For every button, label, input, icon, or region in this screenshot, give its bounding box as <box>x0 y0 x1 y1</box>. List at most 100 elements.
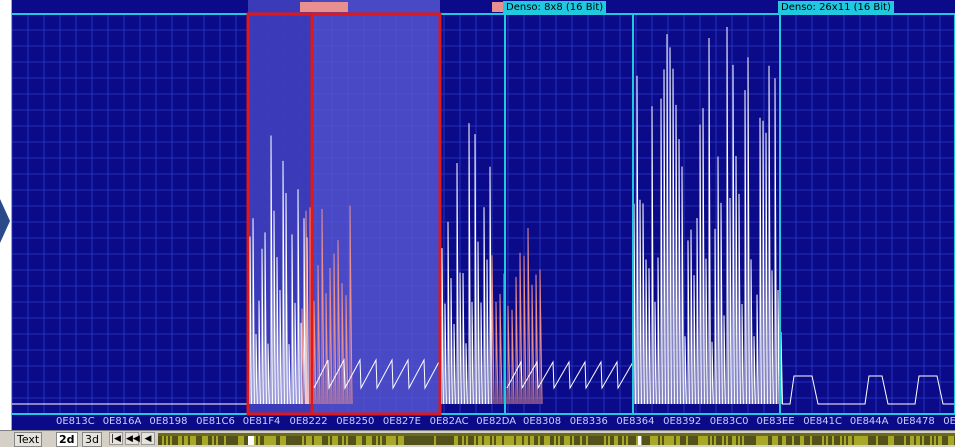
overview-cell <box>362 436 364 445</box>
overview-cell <box>224 436 226 445</box>
overview-cell <box>792 436 794 445</box>
tab-2d[interactable]: 2d <box>56 432 78 447</box>
overview-cell <box>430 436 432 445</box>
overview-cell <box>206 436 208 445</box>
overview-scrollbar[interactable] <box>158 433 955 445</box>
overview-cell <box>780 436 782 445</box>
address-tick-label: 0E81C6 <box>196 416 235 427</box>
map-marker[interactable] <box>492 2 503 12</box>
overview-cell <box>736 436 738 445</box>
tab-text[interactable]: Text <box>14 432 43 447</box>
overview-cell <box>772 436 774 445</box>
overview-cell <box>642 436 644 445</box>
overview-cell <box>540 436 542 445</box>
overview-cell <box>732 436 734 445</box>
overview-cell <box>182 436 184 445</box>
overview-cell <box>576 436 578 445</box>
overview-cell <box>332 436 334 445</box>
overview-cell <box>342 436 344 445</box>
overview-cell <box>922 436 924 445</box>
overview-cell <box>768 436 770 445</box>
overview-cell <box>842 436 844 445</box>
overview-cell <box>794 436 796 445</box>
overview-cell <box>178 436 180 445</box>
overview-cell <box>698 436 700 445</box>
overview-cell <box>466 436 468 445</box>
overview-cell <box>280 436 282 445</box>
overview-cell <box>228 436 230 445</box>
overview-cell <box>798 436 800 445</box>
overview-cell <box>898 436 900 445</box>
overview-cell <box>158 436 160 445</box>
overview-cell <box>824 436 826 445</box>
overview-cell <box>688 436 690 445</box>
overview-cell <box>184 436 186 445</box>
tab-3d[interactable]: 3d <box>82 432 102 447</box>
overview-cell <box>942 436 944 445</box>
overview-cell <box>356 436 358 445</box>
overview-cell <box>718 436 720 445</box>
address-tick-label: 0E8336 <box>569 416 608 427</box>
overview-cell <box>444 436 446 445</box>
overview-cell <box>852 436 854 445</box>
overview-cell <box>776 436 778 445</box>
overview-cell <box>598 436 600 445</box>
overview-cell <box>940 436 942 445</box>
overview-cell <box>328 436 330 445</box>
overview-cell <box>574 436 576 445</box>
overview-cell <box>860 436 862 445</box>
overview-cell <box>344 436 346 445</box>
overview-cell <box>290 436 292 445</box>
selection-marker[interactable] <box>300 2 348 12</box>
overview-cell <box>502 436 504 445</box>
overview-cell <box>572 436 574 445</box>
overview-cell <box>258 436 260 445</box>
overview-cell <box>216 436 218 445</box>
map-label-26x11[interactable]: Denso: 26x11 (16 Bit) <box>778 1 894 14</box>
overview-cell <box>446 436 448 445</box>
overview-cell <box>372 436 374 445</box>
overview-cell <box>308 436 310 445</box>
overview-cell <box>198 436 200 445</box>
graph-canvas <box>12 0 955 430</box>
overview-cell <box>684 436 686 445</box>
overview-cell <box>296 436 298 445</box>
overview-cell <box>420 436 422 445</box>
overview-cell <box>932 436 934 445</box>
overview-cell <box>948 436 950 445</box>
overview-cell <box>492 436 494 445</box>
overview-cell <box>596 436 598 445</box>
nav-back-icon[interactable]: ◀ <box>141 432 155 445</box>
overview-cell <box>284 436 286 445</box>
overview-cell <box>192 436 194 445</box>
overview-cell <box>410 436 412 445</box>
scroll-left-arrow-icon[interactable] <box>0 199 10 243</box>
overview-cell <box>534 436 536 445</box>
overview-cell <box>176 436 178 445</box>
overview-cell <box>912 436 914 445</box>
overview-cell <box>844 436 846 445</box>
overview-cell <box>846 436 848 445</box>
overview-cell <box>324 436 326 445</box>
overview-cell <box>764 436 766 445</box>
overview-cell <box>194 436 196 445</box>
overview-cell <box>432 436 434 445</box>
overview-cell <box>366 436 368 445</box>
overview-cell <box>370 436 372 445</box>
overview-cell <box>746 436 748 445</box>
overview-cell <box>738 436 740 445</box>
overview-cell <box>700 436 702 445</box>
overview-cell <box>318 436 320 445</box>
overview-cell <box>858 436 860 445</box>
overview-cell <box>516 436 518 445</box>
overview-cell <box>710 436 712 445</box>
hex-graph-view[interactable]: Denso: 8x8 (16 Bit) Denso: 26x11 (16 Bit… <box>12 0 955 430</box>
nav-first-icon[interactable]: |◀ <box>109 432 123 445</box>
map-label-8x8[interactable]: Denso: 8x8 (16 Bit) <box>503 1 607 14</box>
overview-cell <box>878 436 880 445</box>
overview-cell <box>704 436 706 445</box>
overview-cell <box>480 436 482 445</box>
overview-cell <box>660 436 662 445</box>
overview-cell <box>602 436 604 445</box>
nav-fast-back-icon[interactable]: ◀◀ <box>125 432 140 445</box>
